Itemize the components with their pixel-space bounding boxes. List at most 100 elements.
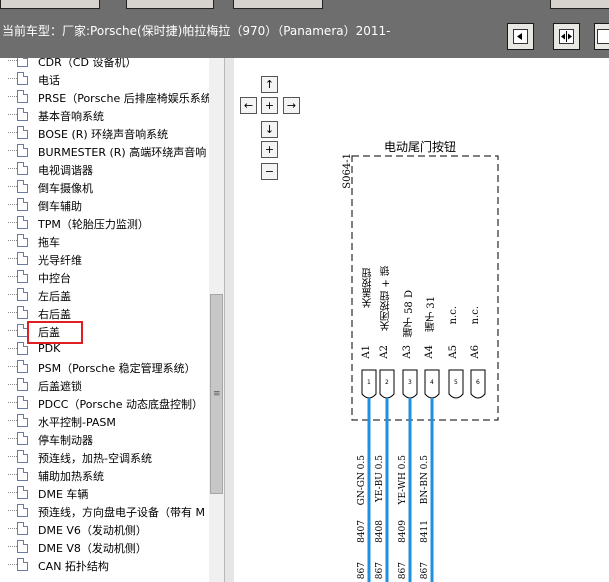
tree-item[interactable]: CAN 拓扑结构 [0, 556, 209, 574]
tree-item-label: 预连线，方向盘电子设备（带有 M [38, 506, 205, 519]
document-icon [17, 378, 28, 391]
tree-item[interactable]: 电视调谐器 [0, 160, 209, 178]
tree-item[interactable]: 倒车辅助 [0, 196, 209, 214]
tree-item[interactable]: 水平控制-PASM [0, 412, 209, 430]
tree-connector [8, 366, 17, 367]
tree-item[interactable]: 基本音响系统 [0, 106, 209, 124]
scrollbar-thumb[interactable]: ≡ [210, 294, 223, 494]
tree-connector [8, 492, 17, 493]
connector-number: 2 [385, 379, 389, 386]
tree-item-label: 辅助加热系统 [38, 470, 104, 483]
tree-item[interactable]: 预连线，加热-空调系统 [0, 448, 209, 466]
document-icon [17, 288, 28, 301]
wire-id-label: 8411 [420, 520, 430, 543]
pin-id-label: A3 [402, 345, 413, 359]
tree-connector [8, 402, 17, 403]
tree-item[interactable]: 拖车 [0, 232, 209, 250]
tree-connector [8, 474, 17, 475]
tree-item[interactable]: DME V8（发动机侧） [0, 538, 209, 556]
document-icon [17, 162, 28, 175]
tree-item[interactable]: 左后盖 [0, 286, 209, 304]
tree-item[interactable]: PSM（Porsche 稳定管理系统） [0, 358, 209, 376]
wire-color-label: BN-BN 0.5 [420, 455, 430, 505]
document-icon [17, 486, 28, 499]
tree-item[interactable]: BOSE (R) 环绕声音响系统 [0, 124, 209, 142]
tree-connector [8, 564, 17, 565]
wire-color-label: GN-GN 0.5 [357, 455, 367, 506]
pin-function-label: n.c. [470, 306, 481, 325]
fit-page-button[interactable] [594, 23, 609, 50]
document-icon [17, 396, 28, 409]
tree-connector [8, 294, 17, 295]
wire-color-label: YE-BU 0.5 [375, 455, 385, 503]
tree-item-label: 基本音响系统 [38, 110, 104, 123]
tree-connector [8, 546, 17, 547]
wire-id-label: 8409 [398, 520, 408, 543]
selected-item-highlight [27, 321, 83, 344]
document-icon [17, 306, 28, 319]
tree-connector [8, 96, 17, 97]
tree-item[interactable]: CDR（CD 设备机） [0, 58, 209, 70]
scrollbar-grip-icon: ≡ [213, 389, 221, 399]
tree-connector [8, 528, 17, 529]
fit-left-button[interactable] [507, 23, 534, 50]
pin-id-label: A6 [470, 345, 481, 359]
tree-item[interactable]: 倒车摄像机 [0, 178, 209, 196]
tree-connector [8, 258, 17, 259]
tree-item-label: 预连线，加热-空调系统 [38, 452, 152, 465]
connector-number: 4 [430, 379, 434, 386]
tree-connector [8, 276, 17, 277]
document-icon [17, 216, 28, 229]
document-icon [17, 180, 28, 193]
fit-width-icon [559, 29, 574, 44]
tree-item[interactable]: 辅助加热系统 [0, 466, 209, 484]
wire-id-label: 8408 [375, 520, 385, 543]
tree-item[interactable]: PRSE（Porsche 后排座椅娱乐系统） [0, 88, 209, 106]
tree-item-label: 倒车辅助 [38, 200, 82, 213]
toolbar-button-2[interactable] [126, 0, 214, 9]
document-icon [17, 234, 28, 247]
tree-item-label: 右后盖 [38, 308, 71, 321]
tree-item[interactable]: 预连线，方向盘电子设备（带有 M [0, 502, 209, 520]
tree-connector [8, 330, 17, 331]
fit-left-icon [513, 29, 528, 44]
pane-splitter[interactable] [224, 58, 234, 582]
wire-ref-label: 867 [375, 562, 385, 580]
connector-number: 3 [408, 379, 412, 386]
tree-item-label: 后盖遮锁 [38, 380, 82, 393]
tree-item[interactable]: BURMESTER (R) 高端环绕声音响 [0, 142, 209, 160]
tree-connector [8, 78, 17, 79]
tree-item[interactable]: PDCC（Porsche 动态底盘控制） [0, 394, 209, 412]
tree-connector [8, 438, 17, 439]
pin-id-label: A4 [424, 345, 435, 359]
tree-item[interactable]: DME 车辆 [0, 484, 209, 502]
tree-item-label: 电话 [38, 74, 60, 87]
tree-connector [8, 204, 17, 205]
fit-width-button[interactable] [553, 23, 580, 50]
tree-connector [8, 420, 17, 421]
tree-item[interactable]: 后盖遮锁 [0, 376, 209, 394]
tree-item-label: 停车制动器 [38, 434, 93, 447]
tree-connector [8, 186, 17, 187]
tree-item[interactable]: 右后盖 [0, 304, 209, 322]
toolbar-button-3[interactable] [233, 0, 323, 9]
tree-item[interactable]: 中控台 [0, 268, 209, 286]
tree-item-label: 中控台 [38, 272, 71, 285]
tree-item[interactable]: 电话 [0, 70, 209, 88]
tree-item[interactable]: DME V6（发动机侧） [0, 520, 209, 538]
tree-item[interactable]: TPM（轮胎压力监测） [0, 214, 209, 232]
tree-item[interactable]: 停车制动器 [0, 430, 209, 448]
tree-item-label: DME 车辆 [38, 488, 89, 501]
document-icon [17, 540, 28, 553]
wire-ref-label: 867 [420, 562, 430, 580]
toolbar-button-4[interactable] [550, 0, 609, 9]
document-icon [17, 252, 28, 265]
wire-ref-label: 867 [357, 562, 367, 580]
toolbar-button-1[interactable] [0, 0, 100, 9]
tree-scrollbar[interactable]: ≡ [209, 58, 224, 582]
tree-item-label: 左后盖 [38, 290, 71, 303]
tree-connector [8, 384, 17, 385]
tree-item[interactable]: 光导纤维 [0, 250, 209, 268]
current-vehicle-label: 当前车型：厂家:Porsche(保时捷)帕拉梅拉（970）（Panamera）2… [2, 24, 391, 38]
tree-item-label: 光导纤维 [38, 254, 82, 267]
